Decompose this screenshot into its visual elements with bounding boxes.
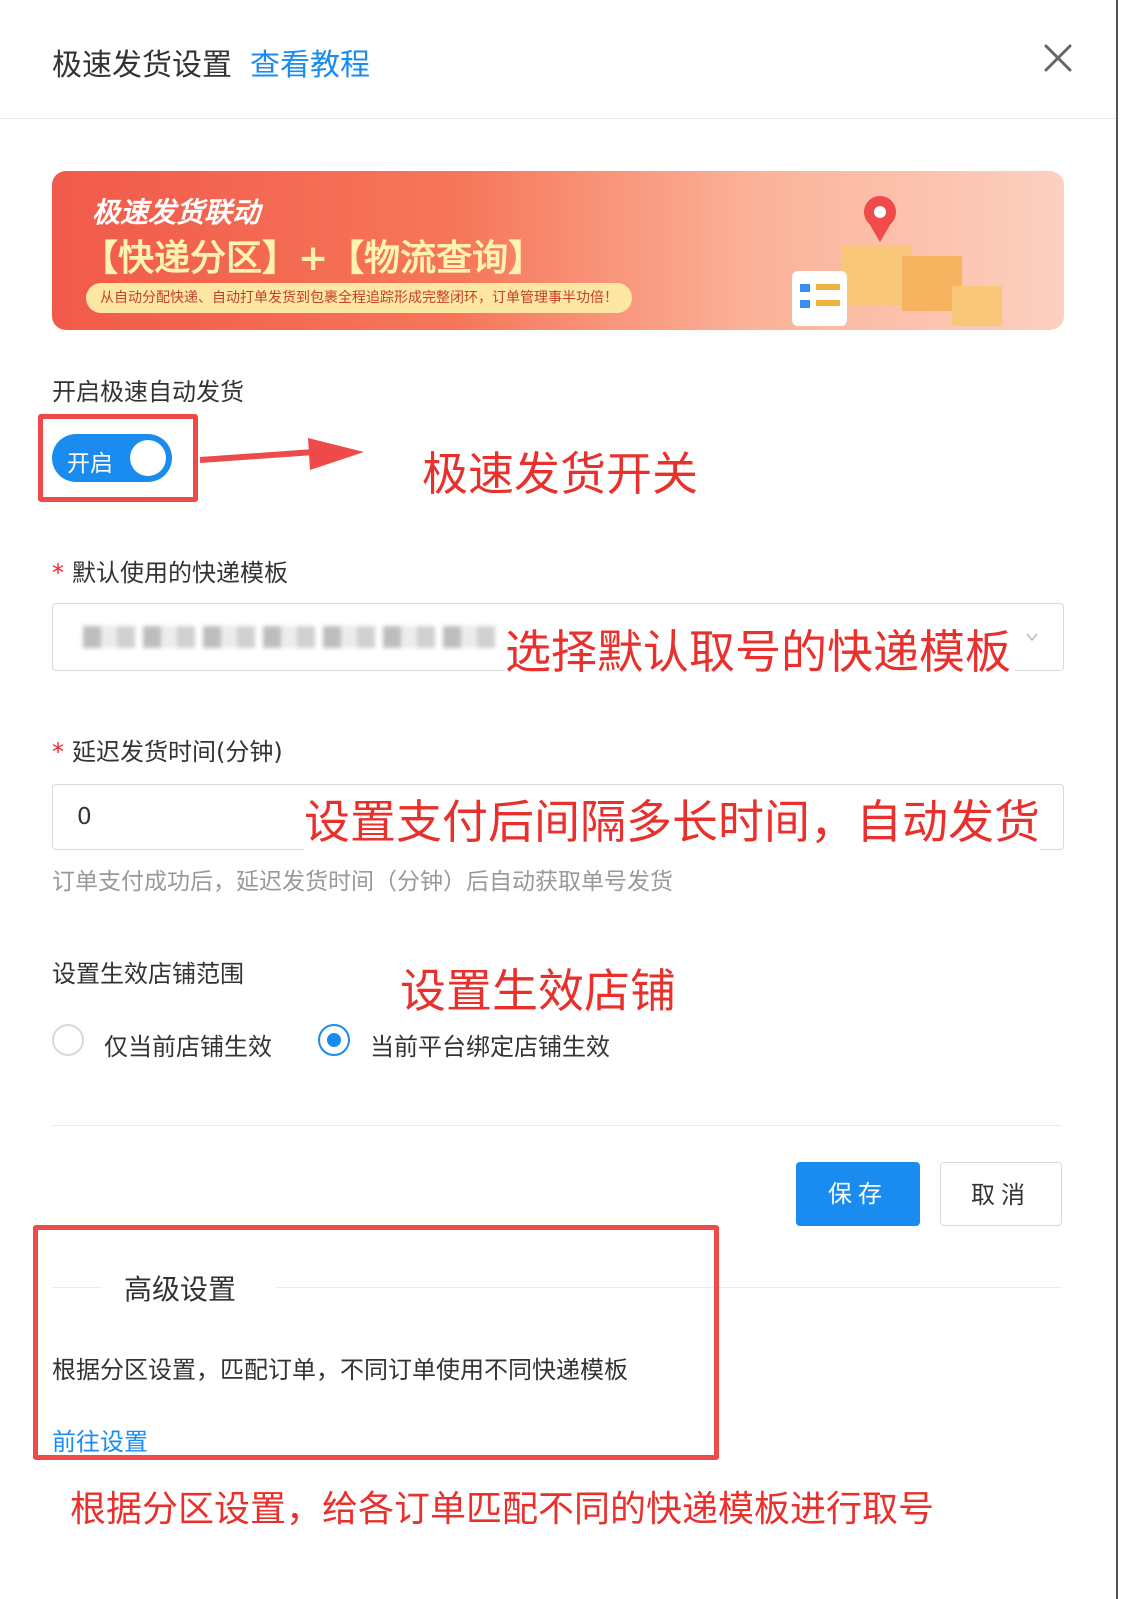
annotation-box-advanced — [33, 1225, 719, 1460]
radio-platform-shops[interactable] — [318, 1024, 350, 1056]
tutorial-link[interactable]: 查看教程 — [250, 40, 370, 84]
banner-title: 极速发货联动 — [92, 196, 261, 229]
banner-subtitle: 【快递分区】+【物流查询】 — [82, 238, 545, 279]
annotation-scope: 设置生效店铺 — [400, 964, 676, 1018]
delay-hint: 订单支付成功后，延迟发货时间（分钟）后自动获取单号发货 — [52, 869, 673, 895]
dialog-title: 极速发货设置 — [52, 48, 232, 83]
package-illustration-icon — [792, 196, 1002, 326]
radio-current-shop[interactable] — [52, 1024, 84, 1056]
banner-tagline: 从自动分配快递、自动打单发货到包裹全程追踪形成完整闭环，订单管理事半功倍！ — [86, 283, 632, 313]
annotation-box-toggle — [38, 414, 198, 502]
template-label: * 默认使用的快递模板 — [52, 553, 288, 588]
required-mark: * — [52, 559, 64, 587]
chevron-down-icon — [1026, 633, 1038, 642]
template-label-text: 默认使用的快递模板 — [72, 559, 288, 587]
annotation-template: 选择默认取号的快递模板 — [505, 616, 1015, 682]
annotation-advanced: 根据分区设置，给各订单匹配不同的快递模板进行取号 — [70, 1489, 935, 1530]
divider — [52, 1125, 1062, 1126]
cancel-button[interactable]: 取消 — [940, 1162, 1062, 1226]
annotation-toggle: 极速发货开关 — [422, 447, 698, 501]
delay-label-text: 延迟发货时间(分钟) — [72, 738, 283, 766]
delay-value: 0 — [77, 804, 92, 830]
redacted-template-name — [83, 626, 503, 648]
required-mark: * — [52, 738, 64, 766]
window-edge — [1116, 0, 1118, 1599]
annotation-delay: 设置支付后间隔多长时间，自动发货 — [304, 786, 1040, 852]
radio-current-shop-label[interactable]: 仅当前店铺生效 — [104, 1027, 272, 1062]
scope-label: 设置生效店铺范围 — [52, 960, 244, 988]
arrow-right-icon — [199, 438, 364, 470]
close-icon[interactable] — [1040, 40, 1076, 76]
promo-banner[interactable]: 极速发货联动 【快递分区】+【物流查询】 从自动分配快递、自动打单发货到包裹全程… — [52, 171, 1064, 330]
delay-label: * 延迟发货时间(分钟) — [52, 732, 283, 767]
save-button[interactable]: 保存 — [796, 1162, 920, 1226]
radio-platform-shops-label[interactable]: 当前平台绑定店铺生效 — [370, 1027, 610, 1062]
auto-ship-label: 开启极速自动发货 — [52, 378, 244, 406]
